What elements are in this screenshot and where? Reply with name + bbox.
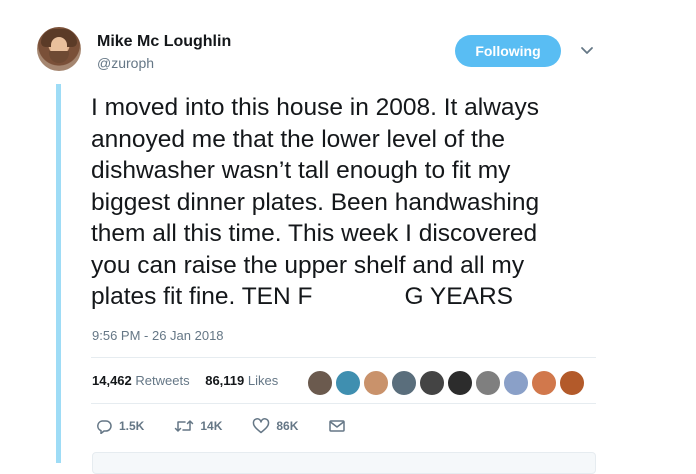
reply-count: 1.5K [119, 419, 145, 433]
direct-message-button[interactable] [328, 418, 352, 434]
heart-icon [253, 418, 270, 434]
author-name[interactable]: Mike Mc Loughlin [97, 33, 231, 51]
liker-avatar[interactable] [559, 370, 585, 396]
tweet-line: them all this time. This week I discover… [91, 220, 538, 247]
liker-avatar[interactable] [475, 370, 501, 396]
tweet-line-part: G YEARS [404, 283, 513, 310]
liker-avatar[interactable] [391, 370, 417, 396]
following-button[interactable]: Following [455, 35, 561, 67]
tweet-line: you can raise the upper shelf and all my [91, 251, 525, 279]
like-button[interactable]: 86K [252, 418, 298, 434]
tweet-line: biggest dinner plates. Been handwashing [91, 188, 540, 216]
author-handle[interactable]: @zuroph [97, 55, 154, 71]
tweet-text: I moved into this house in 2008. It alwa… [91, 92, 611, 313]
reply-box[interactable] [92, 452, 596, 474]
timestamp[interactable]: 9:56 PM - 26 Jan 2018 [92, 328, 224, 343]
tweet-line-part: plates fit fine. TEN F [91, 283, 313, 310]
divider [91, 403, 596, 404]
tweet-line: I moved into this house in 2008. It alwa… [91, 94, 540, 121]
chevron-down-icon[interactable] [578, 42, 596, 58]
like-count: 86K [276, 419, 299, 433]
liker-avatar[interactable] [335, 370, 361, 396]
liker-avatar[interactable] [307, 370, 333, 396]
liker-avatar[interactable] [503, 370, 529, 396]
action-bar: 1.5K 14K 86K [95, 418, 382, 434]
reply-button[interactable]: 1.5K [95, 418, 144, 434]
reply-icon [97, 420, 112, 434]
retweet-count: 14K [200, 419, 223, 433]
liker-avatar[interactable] [419, 370, 445, 396]
likes-stat[interactable]: 86,119 Likes [205, 373, 284, 388]
thread-line [56, 84, 61, 463]
tweet-line: dishwasher wasn’t tall enough to fit my [91, 157, 511, 184]
divider [91, 357, 596, 358]
avatar[interactable] [37, 27, 81, 71]
tweet-line: plates fit fine. TEN F G YEARS [91, 281, 611, 313]
retweet-button[interactable]: 14K [174, 418, 222, 434]
liker-avatar[interactable] [363, 370, 389, 396]
retweets-label: Retweets [135, 373, 190, 388]
envelope-icon [329, 420, 346, 432]
liker-avatars [307, 370, 585, 396]
retweets-stat[interactable]: 14,462 Retweets [92, 373, 196, 388]
tweet-line: annoyed me that the lower level of the [91, 125, 506, 153]
retweets-count: 14,462 [92, 373, 132, 388]
retweet-icon [175, 420, 194, 432]
stats: 14,462 Retweets 86,119 Likes [92, 373, 290, 388]
likes-count: 86,119 [205, 373, 245, 388]
liker-avatar[interactable] [531, 370, 557, 396]
likes-label: Likes [247, 373, 279, 388]
liker-avatar[interactable] [447, 370, 473, 396]
